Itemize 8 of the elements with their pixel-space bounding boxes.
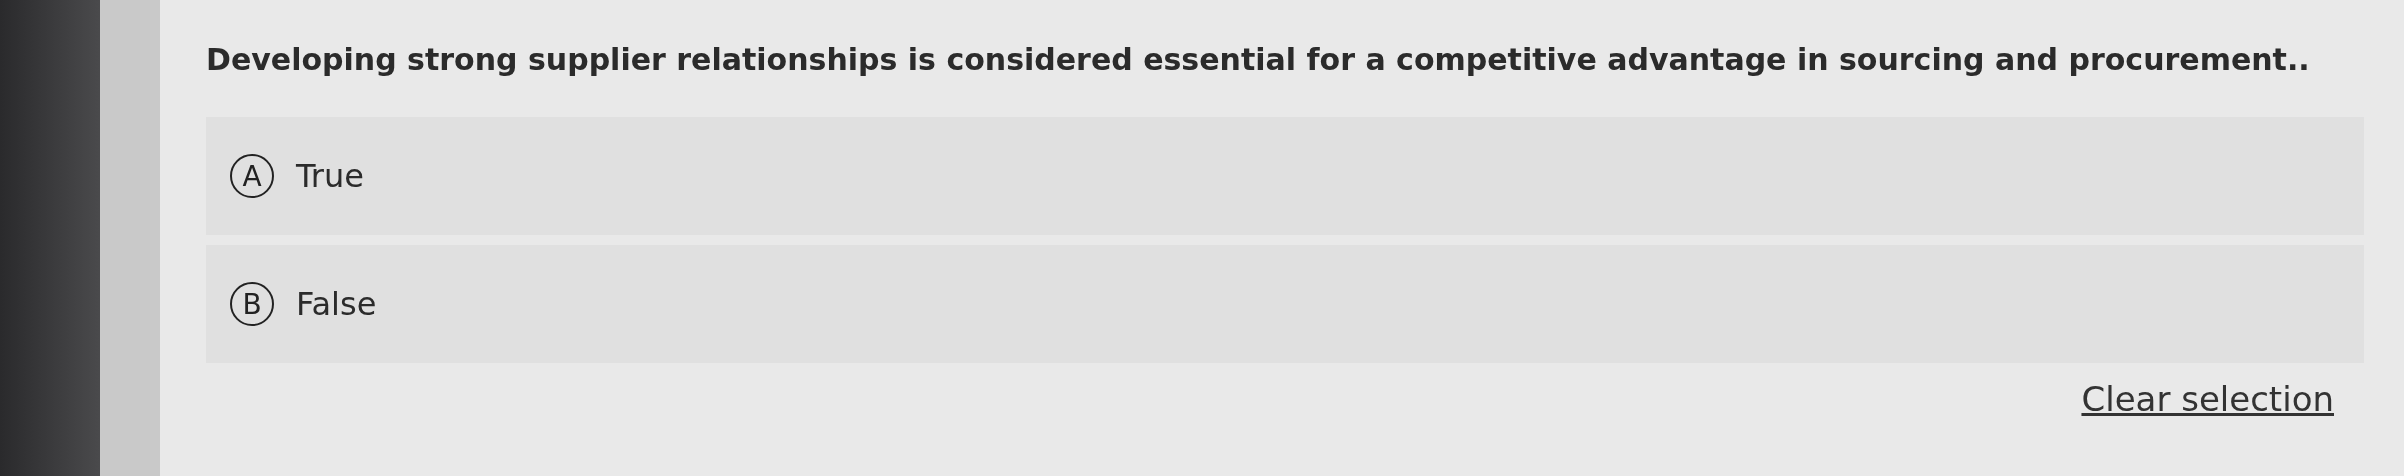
clear-selection-link[interactable]: Clear selection: [2081, 379, 2334, 419]
option-letter: B: [230, 282, 274, 326]
option-letter: A: [230, 154, 274, 198]
answer-option[interactable]: A True: [206, 117, 2364, 235]
option-label: False: [296, 285, 377, 323]
question-text: Developing strong supplier relationships is considered essential for a competitive advantage in sourcing and procurement..: [206, 42, 2311, 77]
option-label: True: [296, 157, 364, 195]
answer-option[interactable]: B False: [206, 245, 2364, 363]
